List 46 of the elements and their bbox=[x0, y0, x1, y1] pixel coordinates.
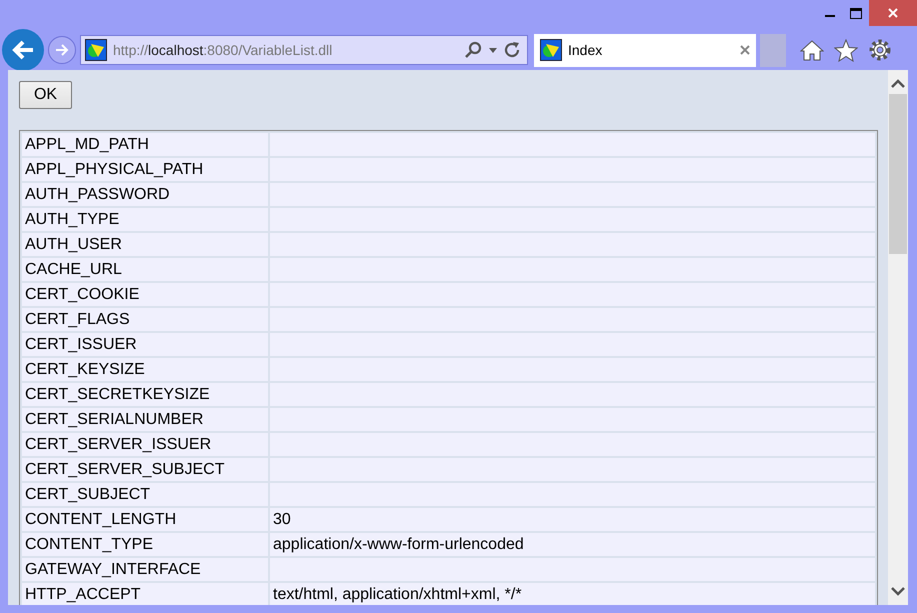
home-icon[interactable] bbox=[800, 39, 824, 61]
scroll-thumb[interactable] bbox=[889, 94, 907, 254]
scrollbar[interactable] bbox=[888, 70, 908, 605]
table-cell: CONTENT_TYPE bbox=[22, 533, 268, 556]
table-cell: application/x-www-form-urlencoded bbox=[270, 533, 875, 556]
table-cell: CERT_ISSUER bbox=[22, 333, 268, 356]
close-button[interactable] bbox=[869, 0, 917, 26]
back-button[interactable] bbox=[2, 29, 44, 71]
maximize-icon[interactable] bbox=[850, 8, 862, 18]
table-cell: CERT_KEYSIZE bbox=[22, 358, 268, 381]
table-cell: CERT_FLAGS bbox=[22, 308, 268, 331]
forward-arrow-icon bbox=[55, 44, 69, 56]
table-cell: CERT_SERVER_SUBJECT bbox=[22, 458, 268, 481]
forward-button[interactable] bbox=[48, 36, 76, 64]
address-field[interactable]: http://localhost:8080/VariableList.dll bbox=[80, 35, 528, 65]
table-cell: AUTH_TYPE bbox=[22, 208, 268, 231]
star-icon[interactable] bbox=[834, 38, 858, 62]
url-text: http://localhost:8080/VariableList.dll bbox=[113, 42, 334, 58]
table-cell: CERT_SECRETKEYSIZE bbox=[22, 383, 268, 406]
table-cell: CERT_SERVER_ISSUER bbox=[22, 433, 268, 456]
page-logo-icon bbox=[85, 39, 107, 61]
page-logo-icon bbox=[540, 39, 562, 61]
table-cell: GATEWAY_INTERFACE bbox=[22, 558, 268, 581]
table-cell: text/html, application/xhtml+xml, */* bbox=[270, 583, 875, 605]
close-icon bbox=[888, 8, 898, 18]
scroll-down-icon[interactable] bbox=[891, 587, 905, 597]
table-cell: HTTP_ACCEPT bbox=[22, 583, 268, 605]
browser-tab[interactable]: Index bbox=[534, 34, 756, 66]
table-cell: CONTENT_LENGTH bbox=[22, 508, 268, 531]
ok-button[interactable]: OK bbox=[19, 81, 72, 109]
table-cell: CERT_COOKIE bbox=[22, 283, 268, 306]
back-arrow-icon bbox=[11, 39, 35, 61]
table-cell: CERT_SUBJECT bbox=[22, 483, 268, 506]
table-cell: 30 bbox=[270, 508, 875, 531]
close-tab-icon[interactable] bbox=[740, 45, 750, 55]
table-cell: APPL_MD_PATH bbox=[22, 133, 268, 156]
table-cell: AUTH_USER bbox=[22, 233, 268, 256]
scroll-up-icon[interactable] bbox=[891, 78, 905, 88]
settings-icon[interactable] bbox=[868, 38, 892, 62]
table-cell: APPL_PHYSICAL_PATH bbox=[22, 158, 268, 181]
dropdown-caret-icon[interactable] bbox=[489, 48, 497, 52]
table-cell: CACHE_URL bbox=[22, 258, 268, 281]
table-cell: AUTH_PASSWORD bbox=[22, 183, 268, 206]
table-cell: CERT_SERIALNUMBER bbox=[22, 408, 268, 431]
refresh-icon[interactable] bbox=[503, 41, 521, 59]
search-icon[interactable] bbox=[465, 41, 483, 59]
